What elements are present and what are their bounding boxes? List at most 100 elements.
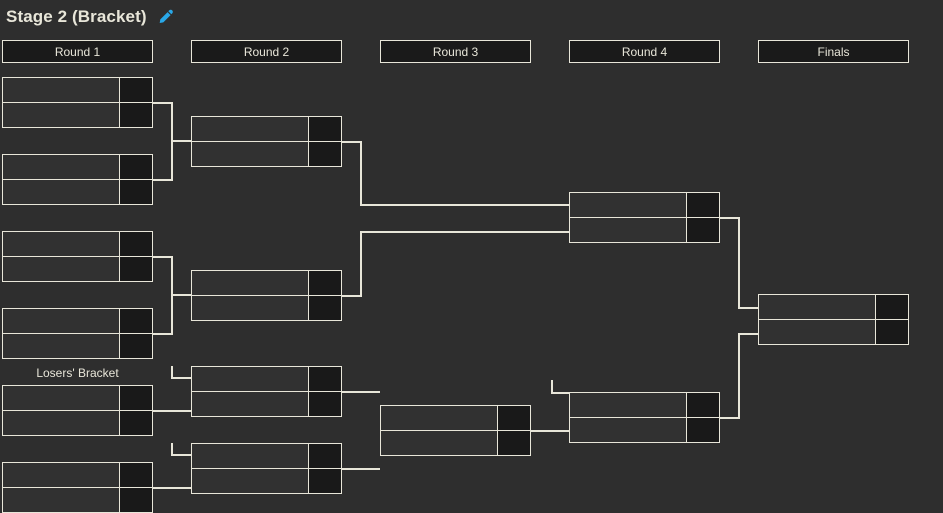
participant-score [876,295,908,319]
participant-score [498,406,530,430]
match-participant-row[interactable] [3,102,152,127]
participant-name [3,309,120,333]
round-header-label: Round 3 [432,44,479,59]
participant-name [3,463,120,487]
match-participant-row[interactable] [3,463,152,488]
match-participant-row[interactable] [3,78,152,103]
match-participant-row[interactable] [3,155,152,180]
participant-score [120,78,152,102]
participant-name [192,468,309,493]
match-participant-row[interactable] [3,487,152,512]
match-participant-row[interactable] [192,367,341,392]
match-participant-row[interactable] [3,309,152,334]
participant-name [570,417,687,442]
participant-score [309,391,341,416]
pencil-edit-icon[interactable] [157,8,175,26]
participant-name [381,406,498,430]
match-participant-row[interactable] [3,256,152,281]
participant-score [309,117,341,141]
match-participant-row[interactable] [192,444,341,469]
connector-line-vertical [171,443,173,455]
round-header-button[interactable]: Round 3 [380,40,531,63]
match-participant-row[interactable] [570,193,719,218]
match-box[interactable] [2,77,153,128]
round-header-label: Finals [817,44,850,59]
match-participant-row[interactable] [381,406,530,431]
connector-line-horizontal [360,204,569,206]
match-participant-row[interactable] [3,179,152,204]
match-box[interactable] [569,192,720,243]
match-participant-row[interactable] [570,417,719,442]
participant-score [120,386,152,410]
connector-line-vertical [738,217,740,309]
participant-score [120,309,152,333]
participant-name [570,193,687,217]
participant-name [192,444,309,468]
participant-name [570,393,687,417]
participant-score [309,367,341,391]
participant-name [192,295,309,320]
participant-score [687,193,719,217]
match-participant-row[interactable] [381,430,530,455]
connector-line-horizontal [153,256,173,258]
participant-score [120,256,152,281]
match-box[interactable] [380,405,531,456]
match-participant-row[interactable] [3,333,152,358]
match-box[interactable] [569,392,720,443]
match-participant-row[interactable] [192,468,341,493]
connector-line-vertical [171,294,173,335]
match-box[interactable] [2,385,153,436]
match-participant-row[interactable] [3,232,152,257]
round-header-label: Round 2 [243,44,290,59]
match-participant-row[interactable] [192,391,341,416]
connector-line-horizontal [171,294,191,296]
connector-line-horizontal [153,410,191,412]
match-participant-row[interactable] [192,295,341,320]
connector-line-vertical [171,102,173,142]
match-participant-row[interactable] [570,217,719,242]
participant-score [687,393,719,417]
participant-name [192,367,309,391]
connector-line-horizontal [342,141,362,143]
match-box[interactable] [758,294,909,345]
connector-line-vertical [360,231,362,297]
match-box[interactable] [191,270,342,321]
participant-score [687,417,719,442]
participant-score [309,444,341,468]
match-box[interactable] [191,366,342,417]
round-header-button[interactable]: Round 4 [569,40,720,63]
connector-line-vertical [171,140,173,181]
round-header-label: Round 1 [54,44,101,59]
participant-score [309,271,341,295]
match-participant-row[interactable] [759,295,908,320]
round-header-button[interactable]: Finals [758,40,909,63]
participant-score [120,179,152,204]
connector-line-horizontal [360,231,569,233]
connector-line-horizontal [738,307,758,309]
participant-name [3,410,120,435]
participant-score [498,430,530,455]
match-box[interactable] [191,116,342,167]
page-header: Stage 2 (Bracket) [6,4,175,30]
match-participant-row[interactable] [3,410,152,435]
round-header-button[interactable]: Round 1 [2,40,153,63]
match-participant-row[interactable] [192,141,341,166]
round-header-button[interactable]: Round 2 [191,40,342,63]
match-box[interactable] [2,462,153,513]
participant-score [687,217,719,242]
connector-line-horizontal [342,391,380,393]
connector-line-horizontal [720,217,740,219]
match-participant-row[interactable] [3,386,152,411]
participant-name [3,256,120,281]
match-box[interactable] [191,443,342,494]
match-participant-row[interactable] [192,117,341,142]
connector-line-horizontal [153,102,173,104]
match-participant-row[interactable] [759,319,908,344]
match-box[interactable] [2,231,153,282]
participant-score [876,319,908,344]
match-box[interactable] [2,308,153,359]
match-participant-row[interactable] [570,393,719,418]
round-header-label: Round 4 [621,44,668,59]
match-participant-row[interactable] [192,271,341,296]
match-box[interactable] [2,154,153,205]
